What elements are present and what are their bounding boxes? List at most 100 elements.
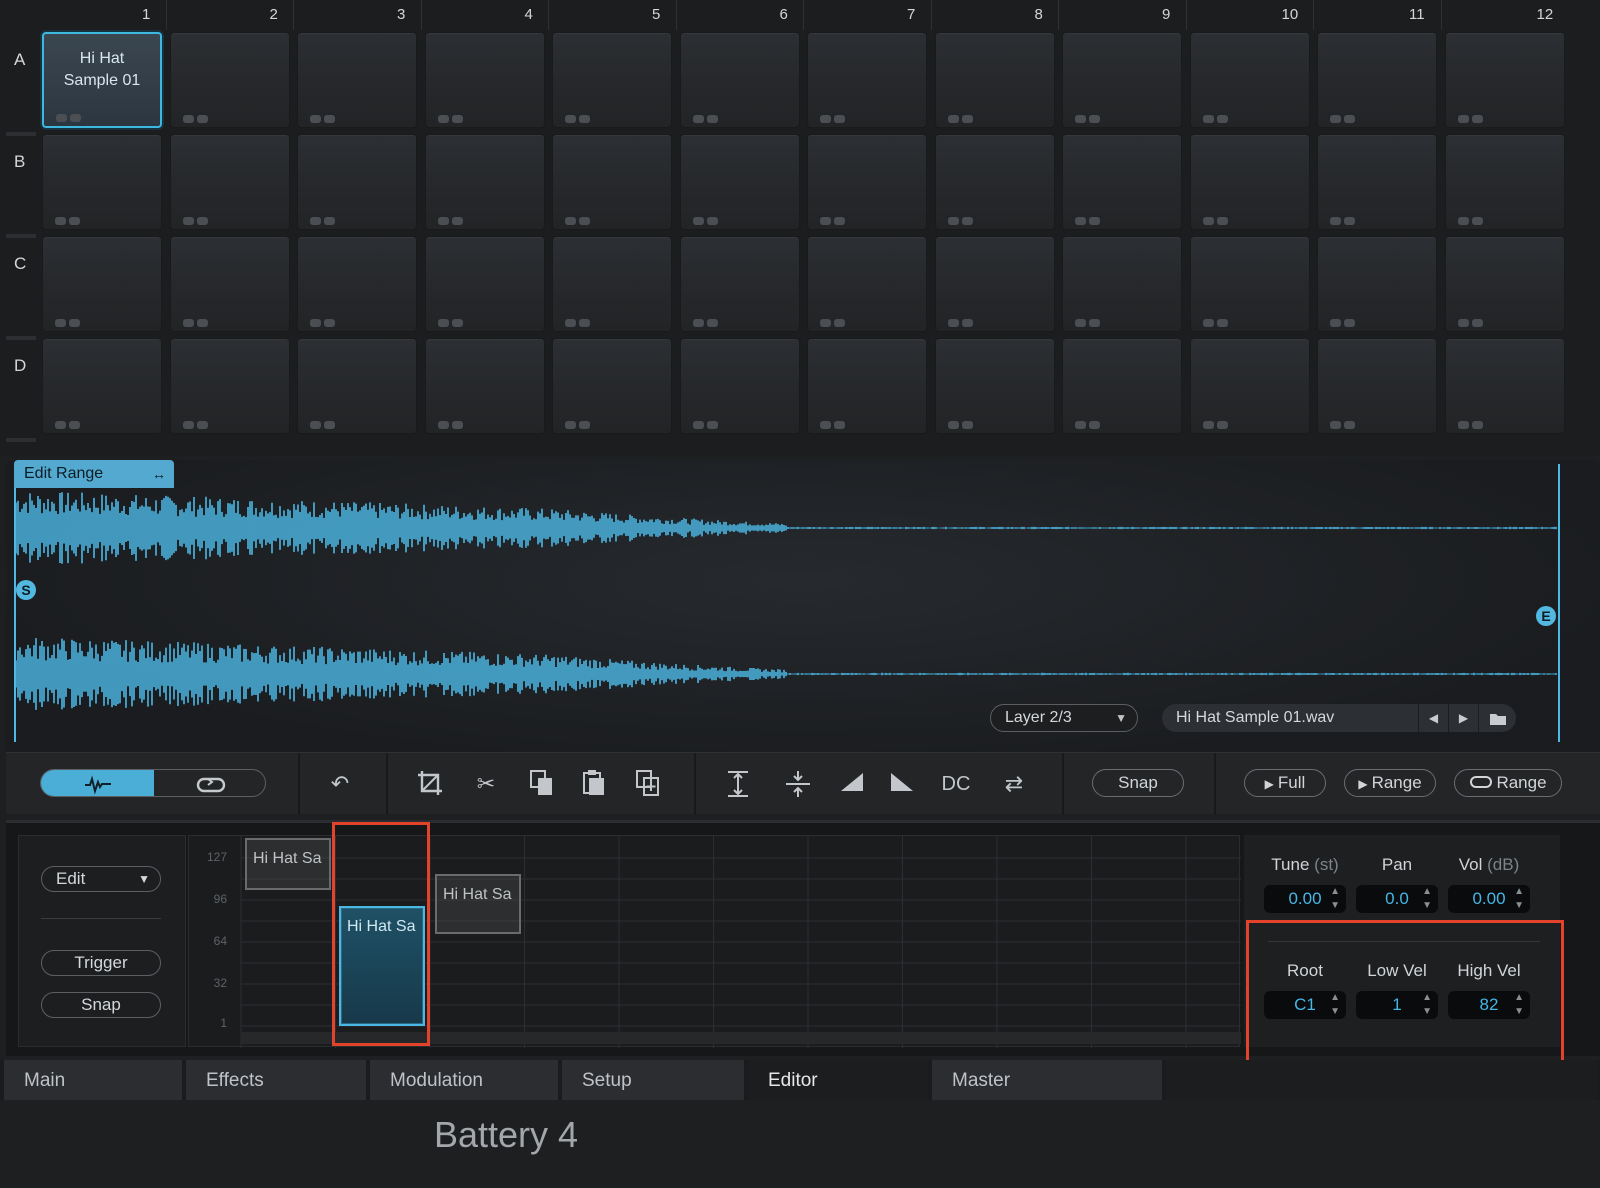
empty-cell[interactable] (1062, 236, 1182, 332)
play-full-button[interactable]: ▶ Full (1244, 769, 1326, 797)
empty-cell[interactable] (1444, 32, 1565, 128)
empty-cell[interactable] (297, 338, 417, 434)
empty-cell[interactable] (1444, 236, 1565, 332)
tab-effects[interactable]: Effects (186, 1060, 368, 1100)
cut-icon[interactable]: ✂ (470, 769, 502, 799)
fade-in-icon[interactable] (836, 769, 868, 799)
fade-out-icon[interactable] (886, 769, 918, 799)
empty-cell[interactable] (424, 32, 545, 128)
empty-cell[interactable] (42, 134, 162, 230)
sample-start-marker[interactable]: S (16, 580, 36, 600)
previous-sample-icon[interactable]: ◀ (1418, 704, 1448, 732)
empty-cell[interactable] (552, 338, 672, 434)
empty-cell[interactable] (1062, 32, 1182, 128)
dc-offset-button[interactable]: DC (936, 769, 976, 799)
empty-cell[interactable] (552, 236, 672, 332)
snap-toggle[interactable]: Snap (1092, 769, 1184, 797)
empty-cell[interactable] (1317, 338, 1437, 434)
empty-cell[interactable] (1062, 134, 1182, 230)
view-toggle[interactable] (40, 769, 266, 797)
empty-cell[interactable] (679, 32, 800, 128)
sample-file-field[interactable]: Hi Hat Sample 01.wav ◀ ▶ (1162, 704, 1516, 732)
empty-cell[interactable] (1189, 236, 1310, 332)
empty-cell[interactable] (679, 134, 800, 230)
normalize-icon[interactable] (722, 769, 754, 799)
param-value-field[interactable]: 0.00 ▲ ▼ (1264, 885, 1346, 913)
empty-cell[interactable] (552, 134, 672, 230)
empty-cell[interactable] (169, 32, 290, 128)
snap-button[interactable]: Snap (41, 992, 161, 1018)
folder-icon[interactable] (1478, 704, 1516, 732)
loop-view-button[interactable] (154, 770, 265, 796)
loop-range-button[interactable]: Range (1454, 769, 1562, 797)
undo-icon[interactable]: ↶ (324, 769, 356, 799)
crop-icon[interactable] (414, 769, 446, 799)
empty-cell[interactable] (679, 338, 800, 434)
silence-icon[interactable] (782, 769, 814, 799)
row-separator (6, 132, 36, 136)
empty-cell[interactable] (807, 338, 927, 434)
spinner-icon[interactable]: ▲ ▼ (1514, 885, 1524, 913)
empty-cell[interactable] (807, 32, 927, 128)
edit-range-tab[interactable]: Edit Range ↔ (14, 460, 174, 488)
empty-cell[interactable] (807, 236, 927, 332)
empty-cell[interactable] (1317, 32, 1437, 128)
empty-cell[interactable] (42, 236, 162, 332)
empty-cell[interactable] (552, 32, 672, 128)
empty-cell[interactable] (1317, 134, 1437, 230)
zone[interactable]: Hi Hat Sa (435, 874, 521, 934)
tab-editor[interactable]: Editor (748, 1060, 930, 1100)
sample-end-marker[interactable]: E (1536, 606, 1556, 626)
spinner-icon[interactable]: ▲ ▼ (1330, 885, 1340, 913)
column-separator (930, 0, 932, 30)
empty-cell[interactable] (297, 32, 417, 128)
empty-cell[interactable] (297, 134, 417, 230)
reverse-icon[interactable]: ⇄ (998, 769, 1030, 799)
empty-cell[interactable] (807, 134, 927, 230)
empty-cell[interactable] (169, 236, 290, 332)
empty-cell[interactable] (169, 338, 290, 434)
empty-cell[interactable] (934, 32, 1055, 128)
param-value-field[interactable]: 0.00 ▲ ▼ (1448, 885, 1530, 913)
empty-cell[interactable] (1444, 338, 1565, 434)
duplicate-icon[interactable] (632, 769, 664, 799)
waveform-editor[interactable]: Edit Range ↔ S E Layer 2/3 ▼ Hi Hat Samp… (6, 460, 1600, 762)
empty-cell[interactable] (934, 338, 1055, 434)
empty-cell[interactable] (424, 134, 545, 230)
play-range-button[interactable]: ▶ Range (1344, 769, 1436, 797)
tab-main[interactable]: Main (4, 1060, 184, 1100)
empty-cell[interactable] (679, 236, 800, 332)
param-value-field[interactable]: 0.0 ▲ ▼ (1356, 885, 1438, 913)
next-sample-icon[interactable]: ▶ (1448, 704, 1478, 732)
empty-cell[interactable] (169, 134, 290, 230)
empty-cell[interactable] (934, 134, 1055, 230)
paste-icon[interactable] (578, 769, 610, 799)
trigger-button[interactable]: Trigger (41, 950, 161, 976)
tab-setup[interactable]: Setup (562, 1060, 746, 1100)
empty-cell[interactable] (1317, 236, 1437, 332)
battery-4-window: 1 2 3 4 5 6 7 8 9 10 11 12 ABCD Hi Hat Sample 01 Edi… (0, 0, 1600, 1188)
empty-cell[interactable] (1062, 338, 1182, 434)
mapping-mode-select[interactable]: Edit ▼ (41, 866, 161, 892)
end-line (1558, 464, 1560, 742)
zone[interactable]: Hi Hat Sa (245, 838, 331, 890)
waveform-view-button[interactable] (41, 770, 154, 796)
empty-cell[interactable] (1189, 134, 1310, 230)
column-number: 3 (397, 6, 406, 23)
empty-cell[interactable] (424, 338, 545, 434)
cell-indicator-icon (55, 212, 85, 225)
spinner-icon[interactable]: ▲ ▼ (1422, 885, 1432, 913)
play-icon: ▶ (1264, 777, 1274, 791)
empty-cell[interactable] (1189, 338, 1310, 434)
empty-cell[interactable] (1444, 134, 1565, 230)
tab-modulation[interactable]: Modulation (370, 1060, 560, 1100)
layer-select[interactable]: Layer 2/3 ▼ (990, 704, 1138, 732)
empty-cell[interactable] (42, 338, 162, 434)
copy-icon[interactable] (526, 769, 558, 799)
empty-cell[interactable] (934, 236, 1055, 332)
empty-cell[interactable] (297, 236, 417, 332)
empty-cell[interactable] (1189, 32, 1310, 128)
tab-master[interactable]: Master (932, 1060, 1164, 1100)
empty-cell[interactable] (424, 236, 545, 332)
cell-hi-hat-sample-01[interactable]: Hi Hat Sample 01 (42, 32, 162, 128)
